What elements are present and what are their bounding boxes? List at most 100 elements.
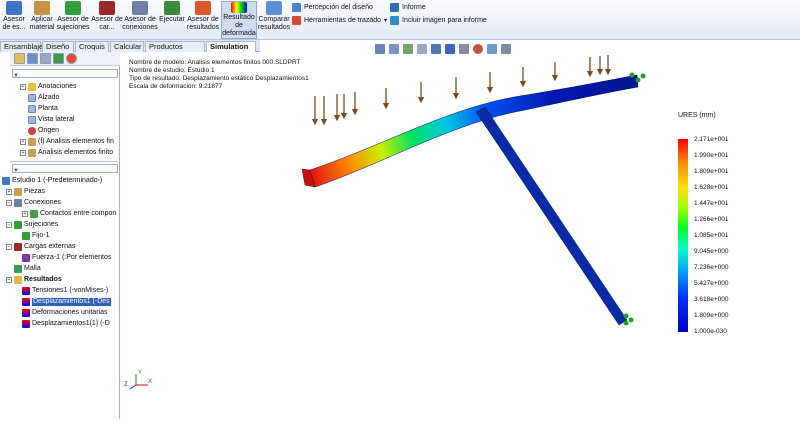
divider xyxy=(10,161,120,162)
zoom-to-fit-icon[interactable] xyxy=(375,44,385,54)
part-icon xyxy=(28,138,36,146)
compare-results-button[interactable]: Comparar resultados xyxy=(258,1,290,39)
study-advisor-icon xyxy=(6,1,22,15)
previous-view-icon[interactable] xyxy=(403,44,413,54)
design-insight-button[interactable]: Percepción del diseño xyxy=(292,3,373,12)
beam-diagonal xyxy=(475,106,628,326)
list-item[interactable]: Planta xyxy=(28,105,58,113)
list-item[interactable]: − Cargas externas xyxy=(6,243,75,251)
plot-tools-button[interactable]: Herramientas de trazado ▾ xyxy=(292,16,387,25)
mesh-icon xyxy=(14,265,22,273)
command-tabs: Ensamblaje Diseño Croquis Calcular Produ… xyxy=(0,40,260,61)
fixture-icon xyxy=(65,1,81,15)
legend-value: 7.236e+000 xyxy=(694,264,729,271)
appearance-tab-icon[interactable] xyxy=(66,53,77,64)
contacts-icon xyxy=(30,210,38,218)
view-settings-icon[interactable] xyxy=(501,44,511,54)
external-loads-icon xyxy=(14,243,22,251)
dim-tab-icon[interactable] xyxy=(53,53,64,64)
fixtures-advisor-button[interactable]: Asesor de sujeciones xyxy=(56,1,90,39)
model-name: Nombre de modelo: Analisis elementos fin… xyxy=(129,59,301,66)
list-item[interactable]: Alzado xyxy=(28,94,59,102)
legend-value: 9.045e+000 xyxy=(694,248,729,255)
list-item[interactable]: + Piezas xyxy=(6,188,45,196)
color-legend[interactable]: URES (mm) 2.171e+001 1.990e+001 1.809e+0… xyxy=(672,112,792,337)
triad-z-label: Z xyxy=(124,382,128,388)
legend-color-bar xyxy=(678,139,688,332)
list-item[interactable]: − Conexiones xyxy=(6,199,61,207)
deformed-result-button[interactable]: Resultado de deformada xyxy=(221,1,257,39)
legend-value: 5.427e+000 xyxy=(694,280,729,287)
apply-material-button[interactable]: Aplicar material xyxy=(29,1,55,39)
plane-icon xyxy=(28,116,36,124)
results-advisor-button[interactable]: Asesor de resultados xyxy=(187,1,219,39)
tab-productos-office[interactable]: Productos Office xyxy=(145,41,205,61)
legend-value: 1.085e+001 xyxy=(694,232,729,239)
study-advisor-button[interactable]: Asesor de es... xyxy=(1,1,27,39)
list-item[interactable]: − Sujeciones xyxy=(6,221,58,229)
list-item[interactable]: + Analisis elementos finito xyxy=(20,149,113,157)
list-item[interactable]: + Contactos entre compon xyxy=(22,210,116,218)
include-image-icon xyxy=(390,16,399,25)
scene-icon[interactable] xyxy=(487,44,497,54)
appearance-icon[interactable] xyxy=(473,44,483,54)
display-style-icon[interactable] xyxy=(445,44,455,54)
zoom-area-icon[interactable] xyxy=(389,44,399,54)
filter-top[interactable]: ▼ xyxy=(12,69,118,79)
compare-icon xyxy=(266,1,282,15)
tab-simulation[interactable]: Simulation xyxy=(206,41,256,52)
list-item[interactable]: Origen xyxy=(28,127,59,135)
run-icon xyxy=(164,1,180,15)
results-folder-icon xyxy=(14,276,22,284)
plot-icon xyxy=(22,309,30,317)
legend-title: URES (mm) xyxy=(678,112,716,119)
design-insight-icon xyxy=(292,3,301,12)
triad-y-label: Y xyxy=(138,370,143,376)
annotations-icon xyxy=(28,83,36,91)
list-item[interactable]: Fuerza-1 (:Por elementos xyxy=(22,254,111,262)
legend-value: 1.809e+001 xyxy=(694,168,729,175)
list-item[interactable]: Deformaciones unitarias xyxy=(22,309,107,317)
report-button[interactable]: Informe xyxy=(390,3,426,12)
tab-ensamblaje[interactable]: Ensamblaje xyxy=(0,41,43,52)
feature-manager-panel: ▼ + Anotaciones Alzado Planta Vista later… xyxy=(0,52,120,419)
include-image-button[interactable]: Incluir imagen para informe xyxy=(390,16,487,25)
list-item[interactable]: Malla xyxy=(14,265,41,273)
loads-advisor-button[interactable]: Asesor de car... xyxy=(91,1,123,39)
results-icon xyxy=(195,1,211,15)
connections-icon xyxy=(132,1,148,15)
panel-tabs xyxy=(10,52,120,66)
list-item[interactable]: Vista lateral xyxy=(28,116,74,124)
feature-tree-tab-icon[interactable] xyxy=(14,53,25,64)
heads-up-toolbar xyxy=(375,44,511,54)
plot-icon xyxy=(22,320,30,328)
connections-advisor-button[interactable]: Asesor de conexiones xyxy=(122,1,158,39)
deformed-result-icon xyxy=(231,2,247,13)
part-icon xyxy=(28,149,36,157)
list-item[interactable]: Desplazamientos1{1} (-D xyxy=(22,320,110,328)
deformation-scale: Escala de deformación: 9.21877 xyxy=(129,83,223,90)
tab-diseno[interactable]: Diseño xyxy=(42,41,74,52)
filter-bottom[interactable]: ▼ xyxy=(12,164,118,174)
list-item[interactable]: + (f) Analisis elementos fin xyxy=(20,138,114,146)
study-node[interactable]: Estudio 1 (-Predeterminado-) xyxy=(2,177,102,185)
view-orientation-icon[interactable] xyxy=(431,44,441,54)
beam-main xyxy=(309,74,639,188)
study-icon xyxy=(2,177,10,185)
property-tab-icon[interactable] xyxy=(27,53,38,64)
section-view-icon[interactable] xyxy=(417,44,427,54)
connections-icon xyxy=(14,199,22,207)
list-item[interactable]: Desplazamientos1 (-Des xyxy=(22,298,111,306)
legend-value: 1.809e+000 xyxy=(694,312,729,319)
hide-show-icon[interactable] xyxy=(459,44,469,54)
list-item[interactable]: Tensiones1 (-vonMises-) xyxy=(22,287,108,295)
study-name: Nombre de estudio: Estudio 1 xyxy=(129,67,215,74)
run-button[interactable]: Ejecutar xyxy=(158,1,186,39)
config-tab-icon[interactable] xyxy=(40,53,51,64)
tab-calcular[interactable]: Calcular xyxy=(110,41,144,52)
tab-croquis[interactable]: Croquis xyxy=(75,41,109,52)
list-item[interactable]: + Anotaciones xyxy=(20,83,77,91)
fixture-markers xyxy=(623,72,646,326)
list-item[interactable]: − Resultados xyxy=(6,276,62,284)
list-item[interactable]: Fijo-1 xyxy=(22,232,50,240)
